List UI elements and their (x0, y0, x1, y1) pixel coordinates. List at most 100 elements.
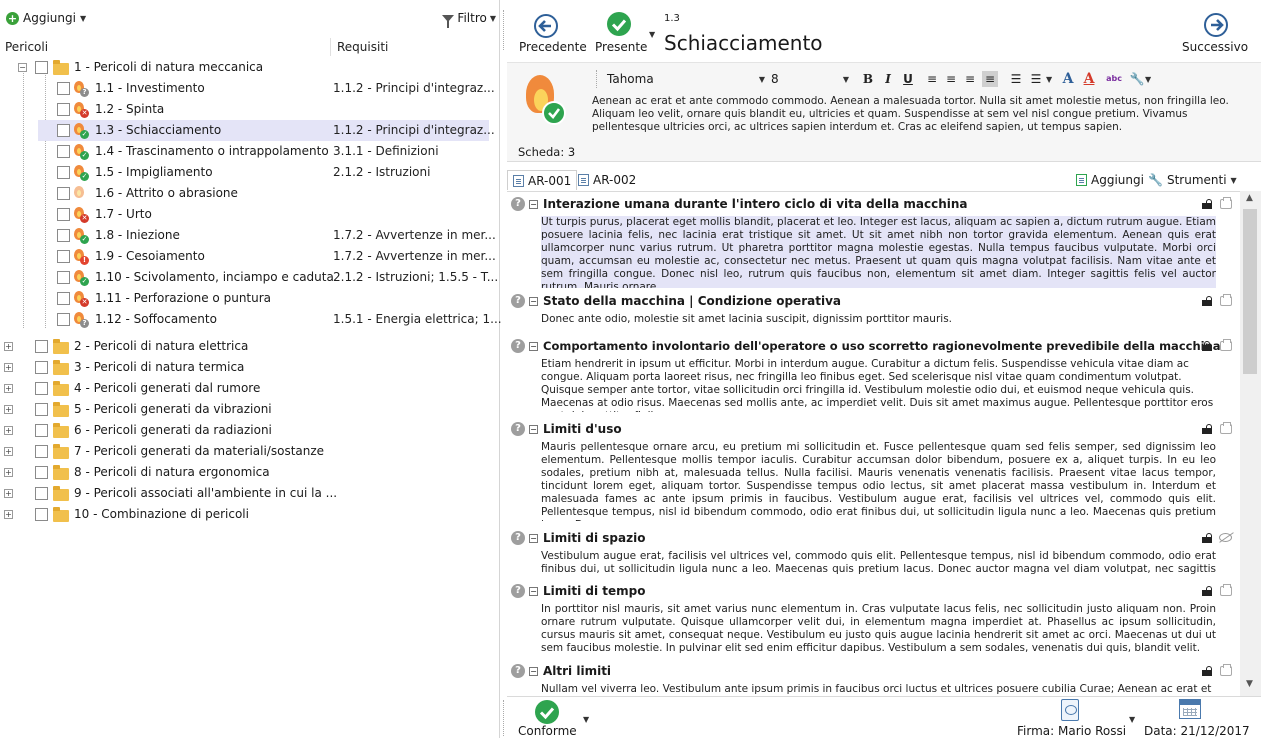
align-right-icon[interactable]: ≡ (962, 71, 978, 87)
unlock-icon[interactable] (1202, 586, 1212, 596)
expand-toggle[interactable]: + (4, 342, 13, 351)
checkbox[interactable] (57, 292, 70, 305)
column-divider[interactable] (330, 38, 331, 56)
lock-icon[interactable] (1202, 341, 1212, 351)
checkbox[interactable] (57, 166, 70, 179)
checkbox[interactable] (35, 445, 48, 458)
collapse-toggle[interactable]: − (529, 667, 538, 676)
underline-icon[interactable]: U (900, 71, 916, 87)
expand-toggle[interactable]: + (4, 384, 13, 393)
tree-item-1-9[interactable]: ! 1.9 - Cesoiamento 1.7.2 - Avvertenze i… (0, 246, 496, 267)
section-text[interactable]: Ut turpis purus, placerat eget mollis bl… (541, 216, 1216, 288)
expand-toggle[interactable]: + (4, 447, 13, 456)
tree-item-1-2[interactable]: ✕ 1.2 - Spinta (0, 99, 489, 120)
sections-scrollbar[interactable]: ▲ ▼ (1240, 191, 1261, 696)
align-justify-icon[interactable]: ≡ (982, 71, 998, 87)
column-header-hazards[interactable]: Pericoli (5, 40, 48, 54)
printer-icon[interactable] (1220, 422, 1232, 434)
printer-icon[interactable] (1220, 339, 1232, 351)
checkbox[interactable] (35, 424, 48, 437)
checkbox[interactable] (57, 313, 70, 326)
checkbox[interactable] (35, 466, 48, 479)
tree-item-1-10[interactable]: ✓ 1.10 - Scivolamento, inciampo e caduta… (0, 267, 498, 288)
scroll-thumb[interactable] (1243, 209, 1257, 374)
scroll-down-icon[interactable]: ▼ (1246, 679, 1253, 689)
printer-icon[interactable] (1220, 664, 1232, 676)
tab-ar-002[interactable]: AR-002 (573, 170, 641, 190)
help-icon[interactable]: ? (511, 339, 525, 353)
eye-off-icon[interactable] (1219, 533, 1232, 542)
unlock-icon[interactable] (1202, 533, 1212, 543)
splitter-grip[interactable] (503, 700, 504, 736)
collapse-toggle[interactable]: − (529, 342, 538, 351)
expand-toggle[interactable]: + (4, 489, 13, 498)
collapse-toggle[interactable]: − (529, 200, 538, 209)
printer-icon[interactable] (1220, 584, 1232, 596)
column-header-requirements[interactable]: Requisiti (337, 40, 388, 54)
add-button[interactable]: + Aggiungi ▼ (6, 11, 86, 25)
scroll-up-icon[interactable]: ▲ (1246, 193, 1253, 203)
tree-item-1-6[interactable]: 1.6 - Attrito o abrasione (0, 183, 489, 204)
text-color-icon[interactable]: A (1060, 71, 1076, 87)
checkbox[interactable] (57, 124, 70, 137)
unlock-icon[interactable] (1202, 296, 1212, 306)
chevron-down-icon[interactable]: ▼ (583, 715, 589, 724)
chevron-down-icon[interactable]: ▼ (1046, 75, 1052, 84)
expand-toggle[interactable]: + (4, 405, 13, 414)
expand-toggle[interactable]: + (4, 468, 13, 477)
help-icon[interactable]: ? (511, 584, 525, 598)
tree-group-10[interactable]: + 10 - Combinazione di pericoli (0, 504, 489, 525)
checkbox[interactable] (35, 382, 48, 395)
collapse-toggle[interactable]: − (529, 587, 538, 596)
section-text[interactable]: In porttitor nisl mauris, sit amet variu… (541, 603, 1216, 656)
printer-icon[interactable] (1220, 197, 1232, 209)
checkbox[interactable] (35, 61, 48, 74)
tab-ar-001[interactable]: AR-001 (507, 170, 578, 190)
checkbox[interactable] (35, 403, 48, 416)
tree-group-6[interactable]: + 6 - Pericoli generati da radiazioni (0, 420, 489, 441)
align-left-icon[interactable]: ≡ (924, 71, 940, 87)
collapse-toggle[interactable]: − (529, 534, 538, 543)
checkbox[interactable] (57, 145, 70, 158)
unlock-icon[interactable] (1202, 199, 1212, 209)
help-icon[interactable]: ? (511, 294, 525, 308)
tree-item-1-5[interactable]: ✓ 1.5 - Impigliamento 2.1.2 - Istruzioni (0, 162, 489, 183)
printer-icon[interactable] (1220, 294, 1232, 306)
add-sheet-button[interactable]: Aggiungi (1071, 170, 1149, 190)
numbered-list-icon[interactable]: ☰ (1028, 71, 1044, 87)
expand-toggle[interactable]: + (4, 510, 13, 519)
section-text[interactable]: Vestibulum augue erat, facilisis vel ult… (541, 550, 1216, 577)
tools-button[interactable]: 🔧 Strumenti ▼ (1143, 170, 1242, 190)
font-family-select[interactable]: Tahoma ▼ (602, 70, 772, 88)
collapse-toggle[interactable]: − (529, 297, 538, 306)
help-icon[interactable]: ? (511, 422, 525, 436)
help-icon[interactable]: ? (511, 531, 525, 545)
align-center-icon[interactable]: ≡ (943, 71, 959, 87)
collapse-toggle[interactable]: − (18, 63, 27, 72)
checkbox[interactable] (35, 361, 48, 374)
tree-group-3[interactable]: + 3 - Pericoli di natura termica (0, 357, 489, 378)
expand-toggle[interactable]: + (4, 363, 13, 372)
unlock-icon[interactable] (1202, 666, 1212, 676)
section-text[interactable]: Donec ante odio, molestie sit amet lacin… (541, 313, 1216, 327)
collapse-toggle[interactable]: − (529, 425, 538, 434)
section-text[interactable]: Nullam vel viverra leo. Vestibulum ante … (541, 683, 1216, 696)
checkbox[interactable] (35, 487, 48, 500)
checkbox[interactable] (57, 103, 70, 116)
section-text[interactable]: Mauris pellentesque ornare arcu, eu pret… (541, 441, 1216, 521)
tree-item-1-8[interactable]: ✓ 1.8 - Iniezione 1.7.2 - Avvertenze in … (0, 225, 496, 246)
tree-group-1[interactable]: − 1 - Pericoli di natura meccanica (0, 57, 489, 78)
wrench-icon[interactable]: 🔧 (1129, 71, 1145, 87)
tree-group-2[interactable]: + 2 - Pericoli di natura elettrica (0, 336, 489, 357)
tree-group-4[interactable]: + 4 - Pericoli generati dal rumore (0, 378, 489, 399)
help-icon[interactable]: ? (511, 664, 525, 678)
chevron-down-icon[interactable]: ▼ (1145, 75, 1151, 84)
splitter-grip[interactable] (503, 10, 504, 50)
section-text[interactable]: Etiam hendrerit in ipsum ut efficitur. M… (541, 358, 1216, 412)
checkbox[interactable] (57, 82, 70, 95)
checkbox[interactable] (57, 208, 70, 221)
font-size-select[interactable]: 8 ▼ (766, 70, 856, 88)
checkbox[interactable] (35, 340, 48, 353)
bold-icon[interactable]: B (860, 71, 876, 87)
tree-item-1-7[interactable]: ✕ 1.7 - Urto (0, 204, 489, 225)
